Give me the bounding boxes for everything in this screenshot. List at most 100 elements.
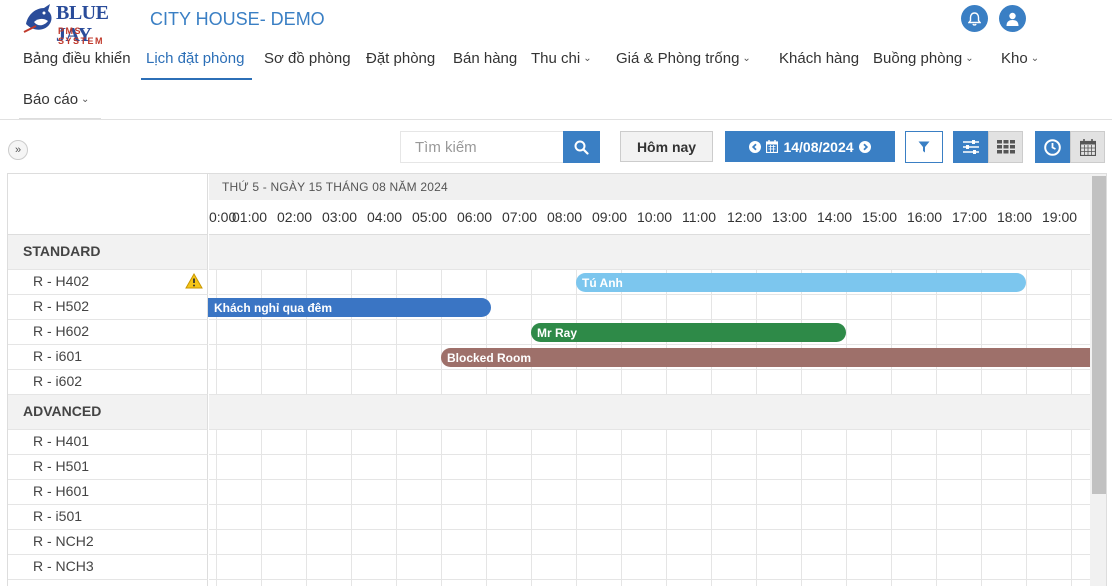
nav-label: Bảng điều khiển: [23, 50, 131, 67]
room-timeline-row[interactable]: [209, 505, 1090, 530]
room-row-label[interactable]: R - i601: [8, 345, 208, 370]
nav-reports[interactable]: Báo cáo ⌄: [23, 91, 89, 108]
daily-view-button[interactable]: [1070, 131, 1105, 163]
chevron-right-icon[interactable]: [858, 140, 871, 153]
room-name: R - H601: [33, 483, 90, 499]
hour-label: 04:00: [367, 209, 403, 225]
room-row-label[interactable]: R - H601: [8, 480, 208, 505]
room-name: R - H602: [33, 323, 90, 339]
hotel-title: CITY HOUSE- DEMO: [150, 9, 325, 29]
room-name: R - H401: [33, 433, 90, 449]
room-row-label[interactable]: R - NCH3: [8, 555, 208, 580]
expand-sidebar-button[interactable]: »: [8, 140, 28, 160]
nav-room-map[interactable]: Sơ đồ phòng: [264, 50, 351, 67]
nav-housekeeping[interactable]: Buồng phòng ⌄: [873, 50, 974, 67]
hour-label: 03:00: [322, 209, 358, 225]
room-type-header: ADVANCED: [8, 395, 208, 430]
booking-event[interactable]: Khách nghỉ qua đêm: [208, 298, 491, 317]
clock-icon: [1044, 138, 1061, 156]
notification-button[interactable]: [961, 5, 988, 32]
room-timeline-row[interactable]: [209, 455, 1090, 480]
room-row-label[interactable]: R - NCH2: [8, 530, 208, 555]
nav-dashboard[interactable]: Bảng điều khiển: [23, 50, 131, 67]
nav-reservations[interactable]: Đặt phòng: [366, 50, 435, 67]
nav-inventory[interactable]: Kho ⌄: [1001, 50, 1039, 67]
hour-label: 12:00: [727, 209, 763, 225]
nav-income-expense[interactable]: Thu chi ⌄: [531, 50, 592, 67]
hour-label: 08:00: [547, 209, 583, 225]
room-timeline-row[interactable]: [209, 555, 1090, 580]
room-type-band: [209, 235, 1090, 270]
room-row-label[interactable]: R - H401: [8, 430, 208, 455]
hour-label: 07:00: [502, 209, 538, 225]
nav-customers[interactable]: Khách hàng: [779, 50, 859, 67]
current-date: 14/08/2024: [783, 138, 854, 155]
room-type-band: [209, 395, 1090, 430]
room-row-label[interactable]: R - i501: [8, 505, 208, 530]
nav-label: Đặt phòng: [366, 50, 436, 67]
booking-guest-name: Khách nghỉ qua đêm: [214, 301, 333, 315]
calendar-icon: [1079, 138, 1096, 156]
room-row-label[interactable]: R - i602: [8, 370, 208, 395]
top-bar: BLUE JAY PMS SYSTEM CITY HOUSE- DEMO: [0, 0, 1112, 46]
nav-label: Thu chi: [531, 50, 581, 67]
nav-sales[interactable]: Bán hàng: [453, 50, 517, 67]
hour-label: 05:00: [412, 209, 448, 225]
logo[interactable]: BLUE JAY PMS SYSTEM: [22, 2, 128, 46]
search-button[interactable]: [563, 131, 600, 163]
user-menu-button[interactable]: [999, 5, 1026, 32]
today-button[interactable]: Hôm nay: [620, 131, 713, 162]
booking-event[interactable]: Tú Anh: [576, 273, 1026, 292]
hour-label: 01:00: [232, 209, 268, 225]
room-name: R - H501: [33, 458, 90, 474]
date-navigator[interactable]: 14/08/2024: [725, 131, 895, 162]
room-row-label[interactable]: R - NCH4: [8, 580, 208, 586]
hour-label: 10:00: [637, 209, 673, 225]
room-type-name: STANDARD: [23, 243, 101, 259]
room-row-label[interactable]: R - H402: [8, 270, 208, 295]
room-name: R - i601: [33, 348, 83, 364]
room-timeline-row[interactable]: [209, 480, 1090, 505]
booking-event[interactable]: Mr Ray: [531, 323, 846, 342]
grid-view-button[interactable]: [988, 131, 1023, 163]
chevron-left-icon[interactable]: [749, 140, 762, 153]
room-type-header: STANDARD: [8, 235, 208, 270]
booking-event[interactable]: Blocked Room: [441, 348, 1090, 367]
sliders-icon: [962, 140, 979, 154]
hour-label: 19:00: [1042, 209, 1078, 225]
room-timeline-row[interactable]: [209, 370, 1090, 395]
settings-sliders-button[interactable]: [953, 131, 988, 163]
chevron-down-icon: ⌄: [742, 53, 751, 64]
room-name: R - NCH2: [33, 533, 94, 549]
room-row-label[interactable]: R - H501: [8, 455, 208, 480]
nav-booking-calendar[interactable]: Lịch đặt phòng: [146, 50, 244, 67]
search-input[interactable]: [400, 131, 564, 163]
user-icon: [1006, 12, 1019, 26]
day-header: THỨ 5 - NGÀY 15 THÁNG 08 NĂM 2024: [209, 174, 1090, 200]
grid-icon: [996, 140, 1015, 154]
room-name: R - i501: [33, 508, 83, 524]
hour-label: 18:00: [997, 209, 1033, 225]
room-timeline-row[interactable]: [209, 430, 1090, 455]
hour-label: 17:00: [952, 209, 988, 225]
hour-label: 09:00: [592, 209, 628, 225]
hour-label: 13:00: [772, 209, 808, 225]
room-name: R - i602: [33, 373, 83, 389]
resource-header: [8, 174, 208, 235]
scrollbar-thumb[interactable]: [1092, 176, 1106, 494]
nav-rates-availability[interactable]: Giá & Phòng trống ⌄: [616, 50, 751, 67]
warning-icon[interactable]: [185, 273, 203, 289]
active-tab-indicator: [141, 78, 252, 80]
hourly-view-button[interactable]: [1035, 131, 1070, 163]
room-row-label[interactable]: R - H602: [8, 320, 208, 345]
nav-label: Giá & Phòng trống: [616, 50, 740, 67]
room-row-label[interactable]: R - H502: [8, 295, 208, 320]
nav-label: Sơ đồ phòng: [264, 50, 351, 67]
room-timeline-row[interactable]: [209, 530, 1090, 555]
chevron-down-icon: ⌄: [583, 53, 592, 64]
room-type-name: ADVANCED: [23, 403, 102, 419]
room-timeline-row[interactable]: [209, 580, 1090, 586]
nav-label: Bán hàng: [453, 50, 518, 67]
nav-label: Báo cáo: [23, 91, 79, 108]
filter-button[interactable]: [905, 131, 943, 163]
